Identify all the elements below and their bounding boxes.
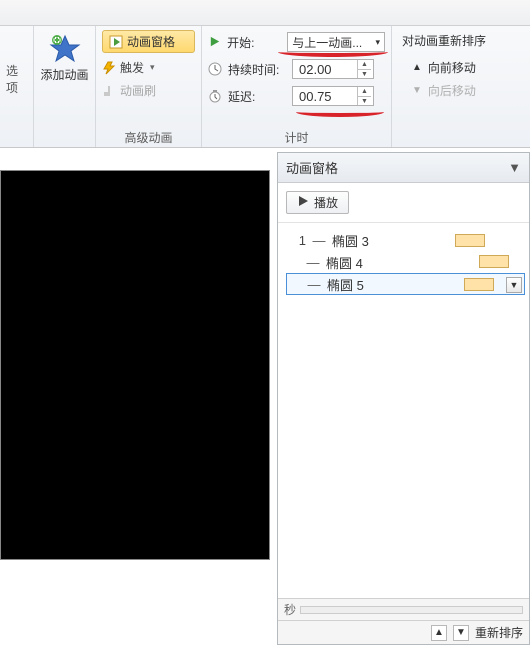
pane-title: 动画窗格 (286, 158, 338, 177)
duration-label: 持续时间: (228, 61, 286, 78)
ribbon-group-add-anim: 添加动画 (34, 26, 96, 147)
pane-header: 动画窗格 ▼ (278, 153, 529, 183)
add-animation-label: 添加动画 (40, 66, 88, 83)
pane-icon (109, 35, 123, 49)
group-label-advanced: 高级动画 (96, 129, 201, 146)
triangle-down-icon: ▼ (412, 85, 422, 96)
timing-swatch (464, 278, 494, 291)
seconds-label: 秒 (284, 601, 296, 618)
timing-duration-row: 持续时间: 02.00 ▲▼ (208, 59, 385, 79)
duration-input[interactable]: 02.00 ▲▼ (292, 59, 374, 79)
ribbon-group-timing: 开始: 与上一动画... ▾ 持续时间: 02.00 ▲▼ 延迟: 00.75 (202, 26, 392, 147)
delay-input[interactable]: 00.75 ▲▼ (292, 86, 374, 106)
timing-delay-row: 延迟: 00.75 ▲▼ (208, 86, 385, 106)
clock-icon (208, 62, 222, 76)
play-label: 播放 (314, 194, 338, 211)
chevron-down-icon: ▾ (150, 62, 155, 73)
dash-icon: — (307, 277, 321, 292)
ribbon-group-reorder: 对动画重新排序 ▲ 向前移动 ▼ 向后移动 (392, 26, 524, 147)
star-plus-icon (49, 34, 81, 64)
options-label[interactable]: 选项 (6, 62, 27, 96)
pane-reorder-footer: ▲ ▼ 重新排序 (278, 620, 529, 644)
move-later-label: 向后移动 (428, 82, 476, 99)
item-name: 椭圆 3 (332, 231, 369, 250)
title-bar (0, 0, 530, 26)
reorder-up-button[interactable]: ▲ (431, 625, 447, 641)
move-earlier-button[interactable]: ▲ 向前移动 (412, 59, 518, 76)
animation-pane-button[interactable]: 动画窗格 (102, 30, 195, 53)
trigger-label: 触发 (120, 59, 144, 76)
lightning-icon (102, 61, 116, 75)
item-name: 椭圆 4 (326, 253, 363, 272)
list-item[interactable]: — 椭圆 4 (286, 251, 525, 273)
timing-swatch (479, 255, 509, 268)
play-icon (297, 195, 309, 210)
dash-icon: — (306, 255, 320, 270)
dash-icon: — (312, 233, 326, 248)
pane-timeline-footer: 秒 (278, 598, 529, 620)
move-earlier-label: 向前移动 (428, 59, 476, 76)
item-number: 1 (290, 233, 306, 248)
animation-list: 1 — 椭圆 3 — 椭圆 4 — 椭圆 5 ▼ (278, 223, 529, 297)
chevron-down-icon: ▾ (375, 37, 380, 48)
animation-brush-button: 动画刷 (102, 82, 195, 99)
list-item[interactable]: — 椭圆 5 ▼ (286, 273, 525, 295)
triangle-up-icon: ▲ (412, 62, 422, 73)
animation-pane-label: 动画窗格 (127, 33, 175, 50)
move-later-button: ▼ 向后移动 (412, 82, 518, 99)
play-row: 播放 (278, 183, 529, 223)
brush-label: 动画刷 (120, 82, 156, 99)
animation-pane: 动画窗格 ▼ 播放 1 — 椭圆 3 — 椭圆 4 — 椭圆 5 ▼ (277, 152, 530, 645)
spin-buttons[interactable]: ▲▼ (357, 60, 371, 78)
reorder-title: 对动画重新排序 (402, 32, 518, 49)
duration-value: 02.00 (299, 62, 332, 77)
add-animation-button[interactable]: 添加动画 (40, 34, 89, 83)
list-item[interactable]: 1 — 椭圆 3 (286, 229, 525, 251)
group-label-timing: 计时 (202, 129, 391, 146)
reorder-down-button[interactable]: ▼ (453, 625, 469, 641)
slide-canvas[interactable] (0, 170, 270, 560)
timeline-scrollbar[interactable] (300, 606, 523, 614)
start-label: 开始: (227, 34, 281, 51)
start-value: 与上一动画... (292, 34, 362, 51)
timing-start-row: 开始: 与上一动画... ▾ (208, 32, 385, 52)
timing-swatch (455, 234, 485, 247)
item-dropdown-button[interactable]: ▼ (506, 277, 522, 293)
trigger-button[interactable]: 触发 ▾ (102, 59, 195, 76)
ribbon: 选项 添加动画 动画窗格 (0, 26, 530, 148)
ribbon-group-advanced: 动画窗格 触发 ▾ 动画刷 高级动画 (96, 26, 202, 147)
play-button[interactable]: 播放 (286, 191, 349, 214)
pane-menu-button[interactable]: ▼ (508, 160, 521, 175)
item-name: 椭圆 5 (327, 275, 364, 294)
reorder-label: 重新排序 (475, 624, 523, 641)
start-select[interactable]: 与上一动画... ▾ (287, 32, 385, 52)
delay-label: 延迟: (228, 88, 286, 105)
ribbon-group-options: 选项 (0, 26, 34, 147)
delay-icon (208, 89, 222, 103)
brush-icon (102, 84, 116, 98)
play-icon (208, 35, 221, 49)
spin-buttons[interactable]: ▲▼ (357, 87, 371, 105)
delay-value: 00.75 (299, 89, 332, 104)
